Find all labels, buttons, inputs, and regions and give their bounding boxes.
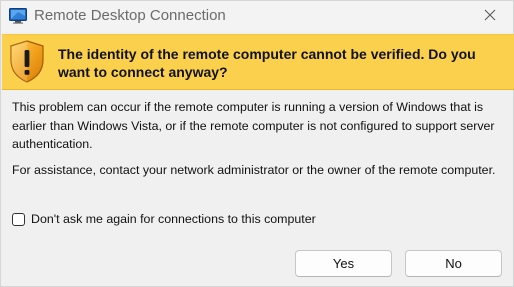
remote-desktop-icon (9, 8, 27, 24)
close-icon (484, 8, 496, 26)
window-title: Remote Desktop Connection (34, 7, 226, 24)
warning-banner: The identity of the remote computer cann… (2, 34, 514, 90)
no-button[interactable]: No (405, 250, 502, 277)
remote-desktop-dialog: Remote Desktop Connection The identity o… (0, 0, 514, 287)
dont-ask-again-checkbox[interactable] (12, 212, 25, 226)
warning-heading: The identity of the remote computer cann… (58, 46, 476, 80)
title-bar: Remote Desktop Connection (1, 1, 513, 32)
close-button[interactable] (467, 1, 513, 32)
explanation-text: This problem can occur if the remote com… (12, 100, 495, 151)
assistance-text: For assistance, contact your network adm… (12, 163, 496, 177)
dont-ask-again-label[interactable]: Don't ask me again for connections to th… (31, 212, 316, 226)
yes-button[interactable]: Yes (295, 250, 392, 277)
dont-ask-again-option[interactable]: Don't ask me again for connections to th… (12, 212, 316, 226)
warning-shield-icon (9, 40, 45, 83)
